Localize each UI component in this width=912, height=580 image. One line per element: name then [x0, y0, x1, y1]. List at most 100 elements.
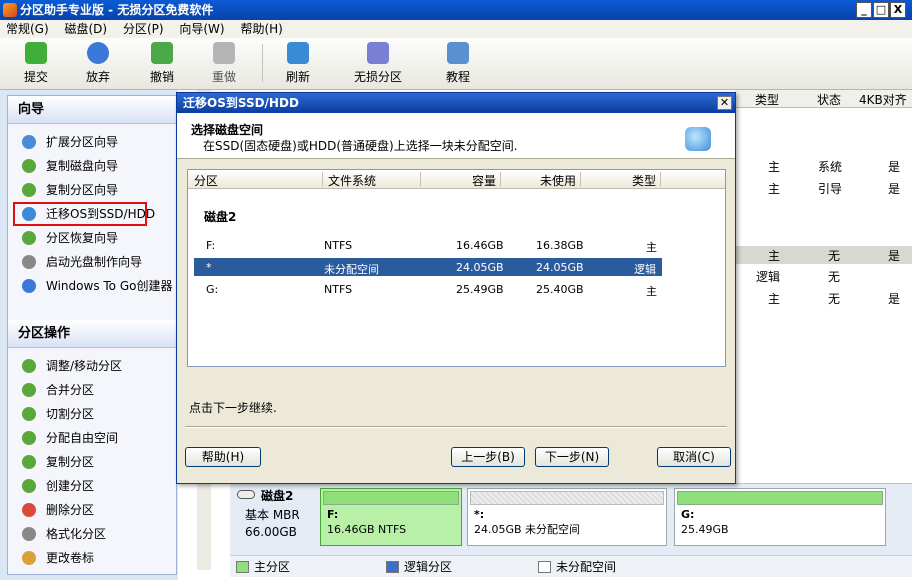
- nav-label: Windows To Go创建器: [46, 279, 173, 293]
- dialog-header: 选择磁盘空间 在SSD(固态硬盘)或HDD(普通硬盘)上选择一块未分配空间.: [177, 113, 735, 159]
- disk-partition-f[interactable]: F: 16.46GB NTFS: [320, 488, 462, 546]
- disk-partition-g[interactable]: G: 25.49GB: [674, 488, 886, 546]
- nav-copy-partition-wizard[interactable]: 复制分区向导: [8, 178, 176, 202]
- left-panel: 向导 扩展分区向导 复制磁盘向导 复制分区向导 迁移OS到SSD/HDD 分区恢…: [7, 95, 177, 575]
- ops-section-title: 分区操作: [8, 320, 176, 348]
- nav-label: 格式化分区: [46, 527, 107, 541]
- op-create-partition[interactable]: 创建分区: [8, 474, 176, 498]
- menu-help[interactable]: 帮助(H): [234, 20, 288, 38]
- minimize-button[interactable]: _: [856, 2, 872, 18]
- nav-label: 调整/移动分区: [46, 359, 123, 373]
- maximize-button[interactable]: □: [873, 2, 889, 18]
- col-capacity[interactable]: 容量: [472, 172, 496, 189]
- column-divider: [420, 172, 421, 187]
- nav-extend-partition-wizard[interactable]: 扩展分区向导: [8, 130, 176, 154]
- undo-button[interactable]: 撤销: [144, 42, 180, 86]
- window-titlebar: 分区助手专业版 - 无损分区免费软件: [0, 0, 912, 20]
- nav-label: 创建分区: [46, 479, 95, 493]
- nav-label: 分区恢复向导: [46, 231, 119, 245]
- migrate-os-dialog: 迁移OS到SSD/HDD ✕ 选择磁盘空间 在SSD(固态硬盘)或HDD(普通硬…: [176, 92, 736, 484]
- lossless-partition-button[interactable]: 无损分区: [348, 42, 408, 86]
- nav-label: 切割分区: [46, 407, 95, 421]
- op-resize-move[interactable]: 调整/移动分区: [8, 354, 176, 378]
- cell-capacity: 24.05GB: [456, 261, 504, 274]
- window-title: 分区助手专业版 - 无损分区免费软件: [20, 3, 214, 17]
- col-unused[interactable]: 未使用: [540, 172, 576, 189]
- nav-copy-disk-wizard[interactable]: 复制磁盘向导: [8, 154, 176, 178]
- op-allocate-free[interactable]: 分配自由空间: [8, 426, 176, 450]
- commit-icon: [25, 42, 47, 64]
- nav-partition-recovery[interactable]: 分区恢复向导: [8, 226, 176, 250]
- cell-type: 主: [768, 292, 781, 306]
- menu-wizard[interactable]: 向导(W): [173, 20, 230, 38]
- redo-button[interactable]: 重做: [206, 42, 242, 86]
- label-icon: [22, 551, 36, 565]
- op-copy-partition[interactable]: 复制分区: [8, 450, 176, 474]
- cell-type: 主: [768, 160, 781, 174]
- partition-name: G:: [681, 508, 695, 521]
- disk-partition-unallocated[interactable]: *: 24.05GB 未分配空间: [467, 488, 667, 546]
- op-merge[interactable]: 合并分区: [8, 378, 176, 402]
- dialog-close-button[interactable]: ✕: [717, 96, 732, 110]
- undo-icon: [151, 42, 173, 64]
- dialog-hint: 点击下一步继续.: [189, 401, 277, 415]
- cell-align: 是: [888, 249, 901, 263]
- menu-disk[interactable]: 磁盘(D): [59, 20, 114, 38]
- partition-usage-bar: [677, 491, 883, 505]
- col-filesystem[interactable]: 文件系统: [328, 172, 376, 189]
- commit-label: 提交: [23, 70, 48, 84]
- resize-icon: [22, 359, 36, 373]
- next-button[interactable]: 下一步(N): [535, 447, 609, 467]
- partition-name: *:: [474, 508, 485, 521]
- col-type[interactable]: 类型: [755, 91, 779, 108]
- cell-unused: 25.40GB: [536, 283, 584, 296]
- disk-group-label: 磁盘2: [204, 210, 237, 224]
- help-button[interactable]: 帮助(H): [185, 447, 261, 467]
- close-button[interactable]: X: [890, 2, 906, 18]
- table-header: 分区 文件系统 容量 未使用 类型: [188, 170, 725, 189]
- tutorial-button[interactable]: 教程: [440, 42, 476, 86]
- refresh-icon: [287, 42, 309, 64]
- legend-label: 主分区: [254, 560, 291, 574]
- op-change-label[interactable]: 更改卷标: [8, 546, 176, 570]
- dialog-subheading: 在SSD(固态硬盘)或HDD(普通硬盘)上选择一块未分配空间.: [203, 139, 518, 153]
- column-divider: [322, 172, 323, 187]
- nav-label: 分配自由空间: [46, 431, 119, 445]
- cd-icon: [22, 255, 36, 269]
- cell-filesystem: NTFS: [324, 239, 353, 252]
- dialog-separator: [185, 426, 727, 428]
- cell-status: 引导: [818, 182, 843, 196]
- toolbar-separator: [262, 44, 263, 82]
- menu-general[interactable]: 常规(G): [0, 20, 55, 38]
- partition-detail: 16.46GB NTFS: [327, 523, 407, 536]
- dialog-title: 迁移OS到SSD/HDD: [177, 93, 735, 113]
- nav-label: 更改卷标: [46, 551, 95, 565]
- discard-label: 放弃: [85, 70, 110, 84]
- op-format-partition[interactable]: 格式化分区: [8, 522, 176, 546]
- menu-partition[interactable]: 分区(P): [117, 20, 170, 38]
- col-type[interactable]: 类型: [632, 172, 656, 189]
- op-delete-partition[interactable]: 删除分区: [8, 498, 176, 522]
- back-button[interactable]: 上一步(B): [451, 447, 525, 467]
- col-4k-align[interactable]: 4KB对齐: [859, 91, 907, 108]
- discard-button[interactable]: 放弃: [80, 42, 116, 86]
- refresh-button[interactable]: 刷新: [280, 42, 316, 86]
- cell-status: 系统: [818, 160, 843, 174]
- extend-icon: [22, 135, 36, 149]
- commit-button[interactable]: 提交: [18, 42, 54, 86]
- column-divider: [580, 172, 581, 187]
- nav-windows-to-go[interactable]: Windows To Go创建器: [8, 274, 176, 298]
- partition-name: F:: [327, 508, 339, 521]
- table-row[interactable]: G: NTFS 25.49GB 25.40GB 主: [194, 280, 662, 298]
- disk-migrate-icon: [685, 127, 711, 151]
- selected-row-bg: [735, 246, 912, 264]
- col-status[interactable]: 状态: [817, 91, 841, 108]
- nav-bootable-cd[interactable]: 启动光盘制作向导: [8, 250, 176, 274]
- cancel-button[interactable]: 取消(C): [657, 447, 731, 467]
- cell-filesystem: NTFS: [324, 283, 353, 296]
- table-row-selected[interactable]: * 未分配空间 24.05GB 24.05GB 逻辑: [194, 258, 662, 276]
- table-row[interactable]: F: NTFS 16.46GB 16.38GB 主: [194, 236, 662, 254]
- disk-info[interactable]: 磁盘2 基本 MBR 66.00GB: [233, 487, 315, 553]
- col-partition[interactable]: 分区: [194, 172, 218, 189]
- op-split[interactable]: 切割分区: [8, 402, 176, 426]
